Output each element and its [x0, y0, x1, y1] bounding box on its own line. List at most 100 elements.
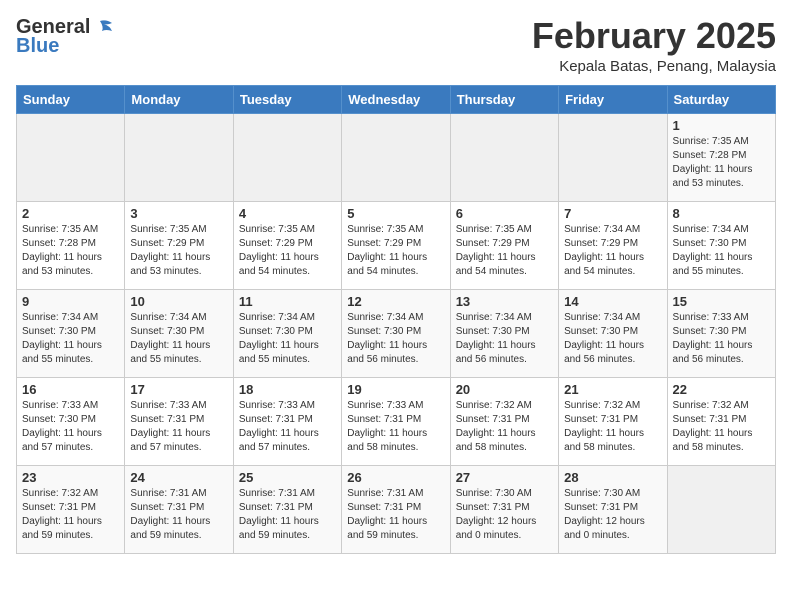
day-number: 19 — [347, 382, 444, 397]
weekday-header-tuesday: Tuesday — [233, 85, 341, 113]
day-number: 11 — [239, 294, 336, 309]
calendar-cell: 11 Sunrise: 7:34 AM Sunset: 7:30 PM Dayli… — [233, 289, 341, 377]
day-info: Sunrise: 7:34 AM Sunset: 7:30 PM Dayligh… — [239, 311, 336, 367]
day-number: 24 — [130, 470, 227, 485]
day-info: Sunrise: 7:35 AM Sunset: 7:29 PM Dayligh… — [347, 223, 444, 279]
calendar-cell: 4 Sunrise: 7:35 AM Sunset: 7:29 PM Daylig… — [233, 201, 341, 289]
calendar-cell: 22 Sunrise: 7:32 AM Sunset: 7:31 PM Dayli… — [667, 377, 775, 465]
calendar-cell: 21Sunrise: 7:32 AM Sunset: 7:31 PM Dayli… — [559, 377, 667, 465]
calendar-cell: 24 Sunrise: 7:31 AM Sunset: 7:31 PM Dayli… — [125, 465, 233, 553]
day-info: Sunrise: 7:35 AM Sunset: 7:29 PM Dayligh… — [239, 223, 336, 279]
calendar-cell: 5 Sunrise: 7:35 AM Sunset: 7:29 PM Daylig… — [342, 201, 450, 289]
day-info: Sunrise: 7:30 AM Sunset: 7:31 PM Dayligh… — [564, 487, 661, 543]
day-info: Sunrise: 7:34 AM Sunset: 7:30 PM Dayligh… — [347, 311, 444, 367]
day-number: 13 — [456, 294, 553, 309]
calendar-cell: 8Sunrise: 7:34 AM Sunset: 7:30 PM Daylig… — [667, 201, 775, 289]
day-number: 18 — [239, 382, 336, 397]
calendar-cell: 15 Sunrise: 7:33 AM Sunset: 7:30 PM Dayli… — [667, 289, 775, 377]
day-number: 7 — [564, 206, 661, 221]
calendar-week-5: 23 Sunrise: 7:32 AM Sunset: 7:31 PM Dayli… — [17, 465, 776, 553]
day-number: 25 — [239, 470, 336, 485]
calendar-week-3: 9 Sunrise: 7:34 AM Sunset: 7:30 PM Daylig… — [17, 289, 776, 377]
month-title: February 2025 — [532, 16, 776, 56]
day-info: Sunrise: 7:33 AM Sunset: 7:31 PM Dayligh… — [239, 399, 336, 455]
weekday-header-sunday: Sunday — [17, 85, 125, 113]
calendar-week-4: 16 Sunrise: 7:33 AM Sunset: 7:30 PM Dayli… — [17, 377, 776, 465]
calendar-cell: 6Sunrise: 7:35 AM Sunset: 7:29 PM Daylig… — [450, 201, 558, 289]
day-number: 23 — [22, 470, 119, 485]
day-info: Sunrise: 7:32 AM Sunset: 7:31 PM Dayligh… — [564, 399, 661, 455]
calendar-cell: 27 Sunrise: 7:30 AM Sunset: 7:31 PM Dayli… — [450, 465, 558, 553]
day-info: Sunrise: 7:33 AM Sunset: 7:30 PM Dayligh… — [673, 311, 770, 367]
day-number: 14 — [564, 294, 661, 309]
weekday-header-monday: Monday — [125, 85, 233, 113]
weekday-header-friday: Friday — [559, 85, 667, 113]
day-info: Sunrise: 7:30 AM Sunset: 7:31 PM Dayligh… — [456, 487, 553, 543]
calendar-cell — [233, 113, 341, 201]
calendar-cell — [667, 465, 775, 553]
calendar-cell: 26 Sunrise: 7:31 AM Sunset: 7:31 PM Dayli… — [342, 465, 450, 553]
logo-blue-text: Blue — [16, 35, 59, 58]
calendar-cell: 23 Sunrise: 7:32 AM Sunset: 7:31 PM Dayli… — [17, 465, 125, 553]
calendar-cell: 1 Sunrise: 7:35 AM Sunset: 7:28 PM Daylig… — [667, 113, 775, 201]
day-number: 12 — [347, 294, 444, 309]
calendar-cell: 20 Sunrise: 7:32 AM Sunset: 7:31 PM Dayli… — [450, 377, 558, 465]
calendar-week-2: 2 Sunrise: 7:35 AM Sunset: 7:28 PM Daylig… — [17, 201, 776, 289]
calendar-cell: 17 Sunrise: 7:33 AM Sunset: 7:31 PM Dayli… — [125, 377, 233, 465]
day-number: 4 — [239, 206, 336, 221]
day-number: 1 — [673, 118, 770, 133]
calendar-cell: 9 Sunrise: 7:34 AM Sunset: 7:30 PM Daylig… — [17, 289, 125, 377]
day-number: 17 — [130, 382, 227, 397]
day-info: Sunrise: 7:33 AM Sunset: 7:30 PM Dayligh… — [22, 399, 119, 455]
day-info: Sunrise: 7:34 AM Sunset: 7:30 PM Dayligh… — [130, 311, 227, 367]
calendar-cell — [450, 113, 558, 201]
day-number: 10 — [130, 294, 227, 309]
calendar-table: SundayMondayTuesdayWednesdayThursdayFrid… — [16, 85, 776, 554]
day-number: 15 — [673, 294, 770, 309]
day-number: 6 — [456, 206, 553, 221]
day-number: 3 — [130, 206, 227, 221]
day-number: 2 — [22, 206, 119, 221]
day-info: Sunrise: 7:32 AM Sunset: 7:31 PM Dayligh… — [673, 399, 770, 455]
day-info: Sunrise: 7:32 AM Sunset: 7:31 PM Dayligh… — [22, 487, 119, 543]
day-number: 20 — [456, 382, 553, 397]
day-info: Sunrise: 7:34 AM Sunset: 7:30 PM Dayligh… — [22, 311, 119, 367]
calendar-cell: 3Sunrise: 7:35 AM Sunset: 7:29 PM Daylig… — [125, 201, 233, 289]
calendar-cell: 7 Sunrise: 7:34 AM Sunset: 7:29 PM Daylig… — [559, 201, 667, 289]
day-info: Sunrise: 7:32 AM Sunset: 7:31 PM Dayligh… — [456, 399, 553, 455]
day-number: 26 — [347, 470, 444, 485]
location-text: Kepala Batas, Penang, Malaysia — [532, 58, 776, 75]
day-info: Sunrise: 7:34 AM Sunset: 7:30 PM Dayligh… — [564, 311, 661, 367]
calendar-cell: 28Sunrise: 7:30 AM Sunset: 7:31 PM Dayli… — [559, 465, 667, 553]
calendar-cell: 14 Sunrise: 7:34 AM Sunset: 7:30 PM Dayli… — [559, 289, 667, 377]
weekday-header-wednesday: Wednesday — [342, 85, 450, 113]
calendar-header-row: SundayMondayTuesdayWednesdayThursdayFrid… — [17, 85, 776, 113]
title-section: February 2025 Kepala Batas, Penang, Mala… — [532, 16, 776, 75]
calendar-cell — [342, 113, 450, 201]
calendar-cell: 25 Sunrise: 7:31 AM Sunset: 7:31 PM Dayli… — [233, 465, 341, 553]
day-info: Sunrise: 7:35 AM Sunset: 7:28 PM Dayligh… — [673, 135, 770, 191]
day-number: 9 — [22, 294, 119, 309]
day-info: Sunrise: 7:31 AM Sunset: 7:31 PM Dayligh… — [130, 487, 227, 543]
day-info: Sunrise: 7:31 AM Sunset: 7:31 PM Dayligh… — [239, 487, 336, 543]
page-header: General Blue February 2025 Kepala Batas,… — [16, 16, 776, 75]
day-number: 27 — [456, 470, 553, 485]
day-info: Sunrise: 7:33 AM Sunset: 7:31 PM Dayligh… — [130, 399, 227, 455]
calendar-week-1: 1 Sunrise: 7:35 AM Sunset: 7:28 PM Daylig… — [17, 113, 776, 201]
day-info: Sunrise: 7:33 AM Sunset: 7:31 PM Dayligh… — [347, 399, 444, 455]
day-info: Sunrise: 7:31 AM Sunset: 7:31 PM Dayligh… — [347, 487, 444, 543]
calendar-cell: 19 Sunrise: 7:33 AM Sunset: 7:31 PM Dayli… — [342, 377, 450, 465]
calendar-cell — [17, 113, 125, 201]
day-info: Sunrise: 7:34 AM Sunset: 7:30 PM Dayligh… — [673, 223, 770, 279]
calendar-cell — [125, 113, 233, 201]
day-number: 22 — [673, 382, 770, 397]
logo-bird-icon — [92, 19, 114, 37]
day-info: Sunrise: 7:35 AM Sunset: 7:28 PM Dayligh… — [22, 223, 119, 279]
weekday-header-saturday: Saturday — [667, 85, 775, 113]
logo: General Blue — [16, 16, 114, 58]
calendar-cell: 2 Sunrise: 7:35 AM Sunset: 7:28 PM Daylig… — [17, 201, 125, 289]
day-info: Sunrise: 7:34 AM Sunset: 7:29 PM Dayligh… — [564, 223, 661, 279]
calendar-cell: 12 Sunrise: 7:34 AM Sunset: 7:30 PM Dayli… — [342, 289, 450, 377]
day-number: 16 — [22, 382, 119, 397]
day-number: 5 — [347, 206, 444, 221]
